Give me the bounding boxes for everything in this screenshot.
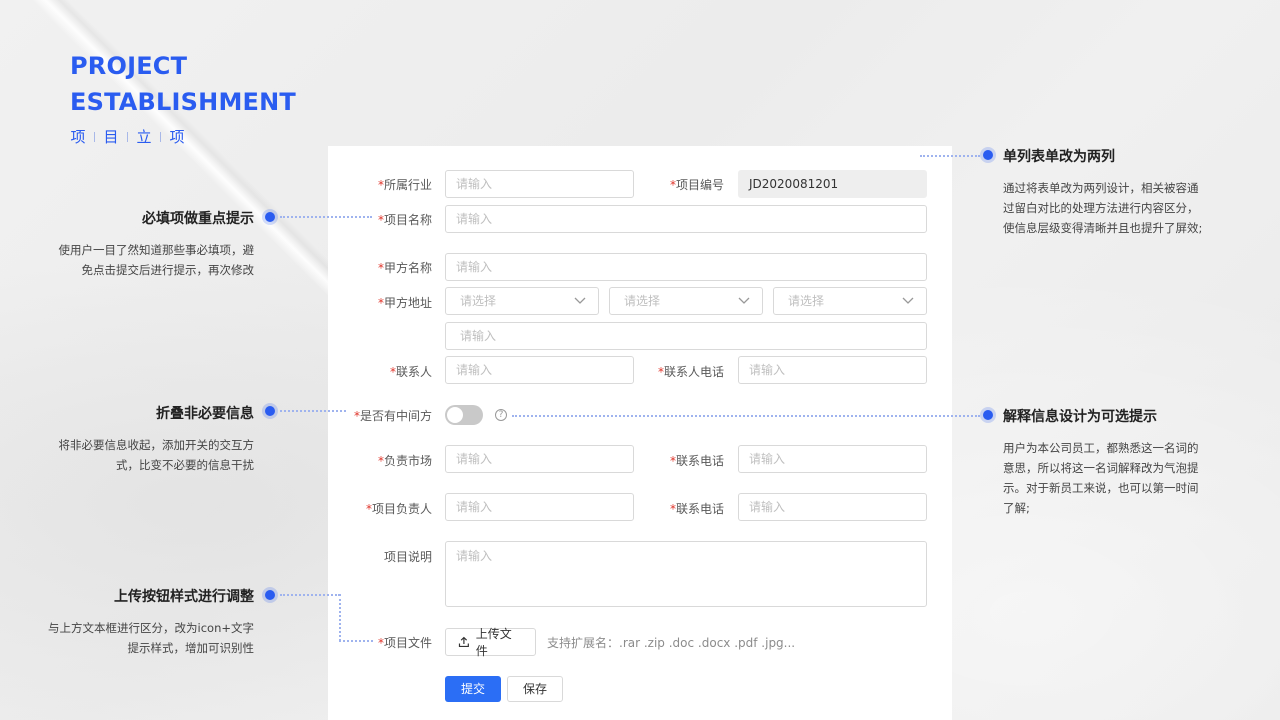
subtitle-divider — [160, 131, 161, 142]
annotation-desc: 将非必要信息收起，添加开关的交互方式，比变不必要的信息干扰 — [58, 438, 255, 472]
contact-label: *联系人 — [389, 365, 432, 379]
annotation-desc: 用户为本公司员工，都熟悉这一名词的意思，所以将这一名词解释改为气泡提示。对于新员… — [1003, 441, 1199, 515]
market-label: *负责市场 — [377, 454, 432, 468]
annotation-two-column: 单列表单改为两列 通过将表单改为两列设计，相关被容通过留白对比的处理方法进行内容… — [1003, 146, 1203, 238]
annotation-connector — [920, 155, 980, 157]
project-lead-label: *项目负责人 — [365, 502, 432, 516]
description-label: 项目说明 — [383, 550, 432, 564]
subtitle-divider — [127, 131, 128, 142]
upload-button-label: 上传文件 — [475, 627, 512, 658]
party-a-address-label: *甲方地址 — [377, 296, 432, 310]
annotation-desc: 通过将表单改为两列设计，相关被容通过留白对比的处理方法进行内容区分，使信息层级变… — [1003, 181, 1203, 235]
address-detail-input[interactable] — [445, 322, 927, 350]
page-title-line2: ESTABLISHMENT — [70, 88, 296, 116]
annotation-upload: 上传按钮样式进行调整 与上方文本框进行区分，改为icon+文字提示样式，增加可识… — [44, 586, 254, 658]
annotation-connector — [339, 594, 341, 641]
annotation-dot — [265, 406, 275, 416]
contact-phone-label: *联系人电话 — [657, 365, 724, 379]
annotation-title: 折叠非必要信息 — [156, 406, 254, 422]
annotation-title: 上传按钮样式进行调整 — [114, 589, 254, 605]
contact-input[interactable] — [445, 356, 634, 384]
intermediary-label: *是否有中间方 — [353, 409, 432, 423]
annotation-tooltip: 解释信息设计为可选提示 用户为本公司员工，都熟悉这一名词的意思，所以将这一名词解… — [1003, 406, 1203, 518]
industry-input[interactable] — [445, 170, 634, 198]
chevron-down-icon — [902, 297, 914, 304]
annotation-connector — [339, 640, 373, 642]
project-no-label: *项目编号 — [669, 178, 724, 192]
annotation-desc: 使用户一目了然知道那些事必填项，避免点击提交后进行提示，再次修改 — [58, 243, 255, 277]
upload-hint: 支持扩展名：.rar .zip .doc .docx .pdf .jpg... — [547, 636, 796, 650]
subtitle-char: 项 — [169, 128, 185, 146]
page-title-block: PROJECT ESTABLISHMENT 项 目 立 项 — [70, 48, 296, 147]
save-button[interactable]: 保存 — [507, 676, 563, 702]
annotation-title: 解释信息设计为可选提示 — [1003, 409, 1157, 425]
subtitle-char: 立 — [136, 128, 152, 146]
annotation-dot — [983, 150, 993, 160]
annotation-dot — [983, 410, 993, 420]
project-lead-input[interactable] — [445, 493, 634, 521]
industry-label: *所属行业 — [377, 178, 432, 192]
district-select[interactable]: 请选择 — [773, 287, 927, 315]
party-a-name-input[interactable] — [445, 253, 927, 281]
page-title-line1: PROJECT — [70, 52, 188, 80]
market-input[interactable] — [445, 445, 634, 473]
project-name-label: *项目名称 — [377, 213, 432, 227]
description-textarea[interactable] — [445, 541, 927, 607]
form-card: *所属行业 *项目编号 JD2020081201 *项目名称 *甲方名称 *甲方… — [328, 146, 952, 720]
annotation-dot — [265, 590, 275, 600]
annotation-title: 单列表单改为两列 — [1003, 149, 1115, 165]
lead-phone-label: *联系电话 — [669, 502, 724, 516]
province-select-value: 请选择 — [460, 294, 497, 308]
contact-phone-input[interactable] — [738, 356, 927, 384]
submit-button[interactable]: 提交 — [445, 676, 501, 702]
annotation-dot — [265, 212, 275, 222]
annotation-collapse: 折叠非必要信息 将非必要信息收起，添加开关的交互方式，比变不必要的信息干扰 — [54, 403, 255, 475]
market-phone-input[interactable] — [738, 445, 927, 473]
chevron-down-icon — [738, 297, 750, 304]
project-file-label: *项目文件 — [377, 636, 432, 650]
question-circle-icon[interactable]: ? — [495, 409, 507, 421]
upload-button[interactable]: 上传文件 — [445, 627, 536, 658]
toggle-knob — [447, 407, 463, 423]
city-select-value: 请选择 — [624, 294, 661, 308]
district-select-value: 请选择 — [788, 294, 825, 308]
project-no-field: JD2020081201 — [738, 170, 927, 198]
annotation-connector — [280, 216, 372, 218]
page-subtitle: 项 目 立 项 — [70, 126, 296, 147]
annotation-title: 必填项做重点提示 — [142, 211, 254, 227]
market-phone-label: *联系电话 — [669, 454, 724, 468]
city-select[interactable]: 请选择 — [609, 287, 763, 315]
subtitle-divider — [94, 131, 95, 142]
party-a-name-label: *甲方名称 — [377, 261, 432, 275]
subtitle-char: 项 — [70, 128, 86, 146]
annotation-connector — [280, 410, 346, 412]
province-select[interactable]: 请选择 — [445, 287, 599, 315]
upload-icon — [458, 636, 469, 648]
annotation-connector — [280, 594, 340, 596]
project-name-input[interactable] — [445, 205, 927, 233]
subtitle-char: 目 — [103, 128, 119, 146]
annotation-connector — [512, 415, 980, 417]
intermediary-toggle[interactable] — [445, 405, 483, 425]
annotation-required: 必填项做重点提示 使用户一目了然知道那些事必填项，避免点击提交后进行提示，再次修… — [54, 208, 255, 280]
lead-phone-input[interactable] — [738, 493, 927, 521]
chevron-down-icon — [574, 297, 586, 304]
annotation-desc: 与上方文本框进行区分，改为icon+文字提示样式，增加可识别性 — [48, 621, 254, 655]
